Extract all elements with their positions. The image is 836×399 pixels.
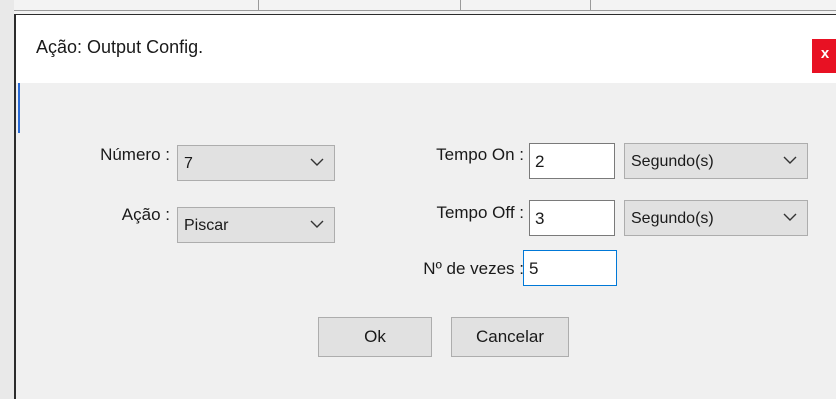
vezes-input[interactable]: 5: [523, 250, 617, 286]
tempo-on-input[interactable]: 2: [529, 143, 615, 179]
vezes-label: Nº de vezes :: [423, 259, 524, 278]
numero-select-value: 7: [184, 155, 193, 172]
tempo-off-input[interactable]: 3: [529, 200, 615, 236]
vezes-value: 5: [529, 259, 539, 278]
chevron-down-icon: [310, 220, 324, 228]
tempo-on-label: Tempo On :: [436, 145, 524, 164]
tempo-off-unit-value: Segundo(s): [631, 210, 714, 227]
tempo-on-value: 2: [535, 152, 545, 171]
tempo-off-value: 3: [535, 209, 545, 228]
tempo-off-unit-select[interactable]: Segundo(s): [624, 200, 808, 236]
numero-label: Número :: [100, 145, 170, 164]
dialog-titlebar: Ação: Output Config.: [16, 15, 836, 83]
background-panel: [0, 0, 14, 399]
tempo-on-unit-select[interactable]: Segundo(s): [624, 143, 808, 179]
focus-accent: [18, 83, 20, 133]
acao-label: Ação :: [121, 205, 170, 224]
close-button[interactable]: x: [812, 39, 836, 73]
ok-button[interactable]: Ok: [318, 317, 432, 357]
background-tick: [258, 0, 259, 10]
dialog-title: Ação: Output Config.: [36, 37, 204, 57]
cancel-button[interactable]: Cancelar: [451, 317, 569, 357]
acao-select[interactable]: Piscar: [177, 207, 335, 243]
chevron-down-icon: [783, 156, 797, 164]
background-divider: [0, 10, 836, 11]
chevron-down-icon: [783, 213, 797, 221]
numero-select[interactable]: 7: [177, 145, 335, 181]
chevron-down-icon: [310, 158, 324, 166]
acao-select-value: Piscar: [184, 217, 229, 234]
background-tick: [460, 0, 461, 10]
output-config-dialog: Ação: Output Config. x Número : 7 Ação :…: [14, 14, 836, 399]
tempo-on-unit-value: Segundo(s): [631, 153, 714, 170]
close-icon: x: [820, 45, 830, 62]
background-tick: [590, 0, 591, 10]
tempo-off-label: Tempo Off :: [436, 203, 524, 222]
